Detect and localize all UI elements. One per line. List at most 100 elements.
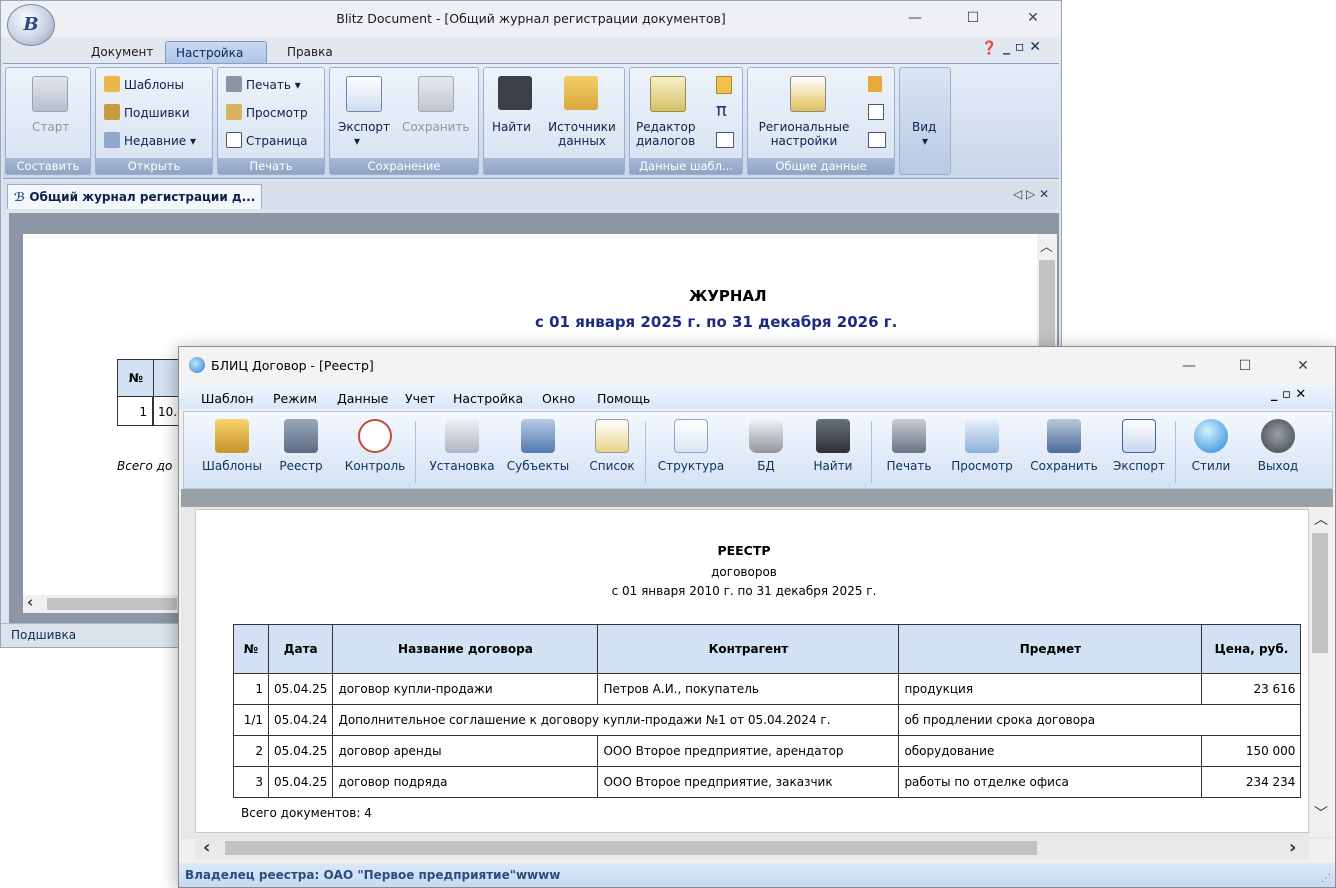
menu-mode[interactable]: Режим	[273, 391, 317, 406]
scroll-left-icon[interactable]: ‹	[203, 837, 210, 858]
maximize-button[interactable]: ☐	[1227, 355, 1263, 377]
h-scroll-thumb[interactable]	[225, 841, 1037, 855]
horizontal-scrollbar[interactable]: ‹ ›	[195, 837, 1309, 859]
separator	[645, 421, 646, 483]
find-button[interactable]: Найти	[492, 120, 531, 134]
menu-accounting[interactable]: Учет	[405, 391, 435, 406]
tab-journal[interactable]: ℬ Общий журнал регистрации д...	[7, 184, 263, 209]
regional-settings-button[interactable]: Региональные настройки	[752, 120, 856, 148]
form-icon[interactable]	[868, 104, 884, 120]
maximize-button[interactable]: ☐	[955, 7, 991, 29]
scroll-left-icon[interactable]: ‹	[27, 593, 33, 611]
minimize-button[interactable]: —	[897, 7, 933, 29]
database-icon[interactable]	[868, 76, 882, 92]
formula-pi-icon[interactable]: π	[716, 100, 727, 121]
table-icon[interactable]	[716, 132, 734, 148]
card-icon[interactable]	[868, 132, 886, 148]
page-setup-button[interactable]: Страница	[226, 132, 308, 148]
group-compose: Старт Составить	[5, 67, 91, 175]
report-subtitle: договоров	[711, 565, 777, 579]
scroll-down-icon[interactable]: ﹀	[1314, 803, 1328, 823]
close-button[interactable]: ✕	[1015, 7, 1051, 29]
export-button[interactable]: Экспорт	[338, 120, 390, 134]
col-price: Цена, руб.	[1201, 624, 1302, 674]
label: Просмотр	[951, 459, 1013, 473]
horizontal-scrollbar[interactable]: ‹	[23, 593, 183, 613]
control-button[interactable]: Контроль	[339, 419, 411, 473]
menu-template[interactable]: Шаблон	[201, 391, 254, 406]
tab-document[interactable]: Документ	[91, 41, 153, 63]
exit-button[interactable]: Выход	[1251, 419, 1305, 473]
structure-icon	[674, 419, 708, 453]
save-button[interactable]: Сохранить	[1025, 419, 1103, 473]
list-button[interactable]: Список	[583, 419, 641, 473]
resize-grip-icon[interactable]: ⋰	[1321, 873, 1331, 884]
mdi-controls[interactable]: _ ▫ ✕	[1271, 387, 1306, 402]
close-button[interactable]: ✕	[1285, 355, 1321, 377]
total-count: Всего документов: 4	[241, 806, 372, 820]
label: Страница	[246, 134, 308, 148]
export-word-icon	[346, 76, 382, 112]
scroll-up-icon[interactable]: ︿	[1314, 509, 1328, 529]
registry-button[interactable]: Реестр	[271, 419, 331, 473]
label: Субъекты	[506, 459, 570, 473]
table-row[interactable]: 1/1 05.04.24 Дополнительное соглашение к…	[233, 704, 1302, 736]
preview-button[interactable]: Просмотр	[226, 104, 308, 120]
vertical-scrollbar[interactable]: ︿ ﹀	[1309, 507, 1333, 837]
window-title: БЛИЦ Договор - [Реестр]	[211, 358, 374, 373]
tab-edit[interactable]: Правка	[287, 41, 333, 63]
cell-party: ООО Второе предприятие, арендатор	[597, 735, 900, 767]
print-button[interactable]: Печать	[879, 419, 939, 473]
database-icon	[749, 419, 783, 453]
scroll-up-icon[interactable]: ︿	[1040, 236, 1053, 255]
view-button[interactable]: Вид ▾	[899, 67, 951, 175]
group-caption: Данные шабл...	[630, 158, 742, 174]
group-caption: Общие данные	[748, 158, 894, 174]
templates-button[interactable]: Шаблоны	[104, 76, 184, 92]
recent-button[interactable]: Недавние ▾	[104, 132, 196, 148]
mdi-controls[interactable]: _ ▫ ✕	[1003, 39, 1041, 55]
bindings-button[interactable]: Подшивки	[104, 104, 190, 120]
h-scroll-thumb[interactable]	[47, 598, 177, 610]
export-button[interactable]: Экспорт	[1109, 419, 1169, 473]
cell-name: Дополнительное соглашение к договору куп…	[332, 704, 900, 736]
help-icon[interactable]: ❓	[981, 41, 997, 56]
database-button[interactable]: БД	[745, 419, 787, 473]
styles-button[interactable]: Стили	[1185, 419, 1237, 473]
setup-button[interactable]: Установка	[423, 419, 501, 473]
table-row[interactable]: 1 05.04.25 договор купли-продажи Петров …	[233, 673, 1302, 705]
save-button[interactable]: Сохранить	[402, 120, 470, 134]
tab-settings[interactable]: Настройка	[165, 41, 267, 63]
structure-button[interactable]: Структура	[653, 419, 729, 473]
app-menu-orb[interactable]: B	[7, 4, 55, 46]
menu-data[interactable]: Данные	[337, 391, 388, 406]
table-row[interactable]: 2 05.04.25 договор аренды ООО Второе пре…	[233, 735, 1302, 767]
export-dropdown-icon[interactable]: ▾	[354, 134, 360, 148]
cell-name: договор подряда	[332, 766, 599, 798]
status-text: Подшивка	[11, 628, 77, 642]
label: Установка	[429, 459, 495, 473]
journal-title: ЖУРНАЛ	[689, 287, 767, 305]
menu-help[interactable]: Помощь	[597, 391, 650, 406]
variables-icon[interactable]	[716, 76, 732, 94]
menu-settings[interactable]: Настройка	[453, 391, 523, 406]
subjects-button[interactable]: Субъекты	[501, 419, 575, 473]
binoculars-icon	[498, 76, 532, 110]
data-sources-button[interactable]: Источники данных	[542, 120, 622, 148]
tab-nav-controls[interactable]: ◁ ▷ ✕	[1013, 187, 1049, 201]
label: Контроль	[344, 459, 406, 473]
print-button[interactable]: Печать ▾	[226, 76, 301, 92]
menu-window[interactable]: Окно	[542, 391, 575, 406]
start-button[interactable]: Старт	[32, 120, 69, 134]
templates-button[interactable]: Шаблоны	[195, 419, 269, 473]
dialog-editor-button[interactable]: Редактор диалогов	[636, 120, 706, 148]
minimize-button[interactable]: —	[1171, 355, 1207, 377]
group-template-data: Редактор диалогов π Данные шабл...	[629, 67, 743, 175]
scroll-right-icon[interactable]: ›	[1289, 837, 1296, 858]
table-row[interactable]: 3 05.04.25 договор подряда ООО Второе пр…	[233, 766, 1302, 798]
preview-button[interactable]: Просмотр	[945, 419, 1019, 473]
cell-date: 05.04.25	[267, 735, 334, 767]
find-button[interactable]: Найти	[805, 419, 861, 473]
scroll-thumb[interactable]	[1312, 533, 1328, 653]
cell-subject: оборудование	[898, 735, 1203, 767]
